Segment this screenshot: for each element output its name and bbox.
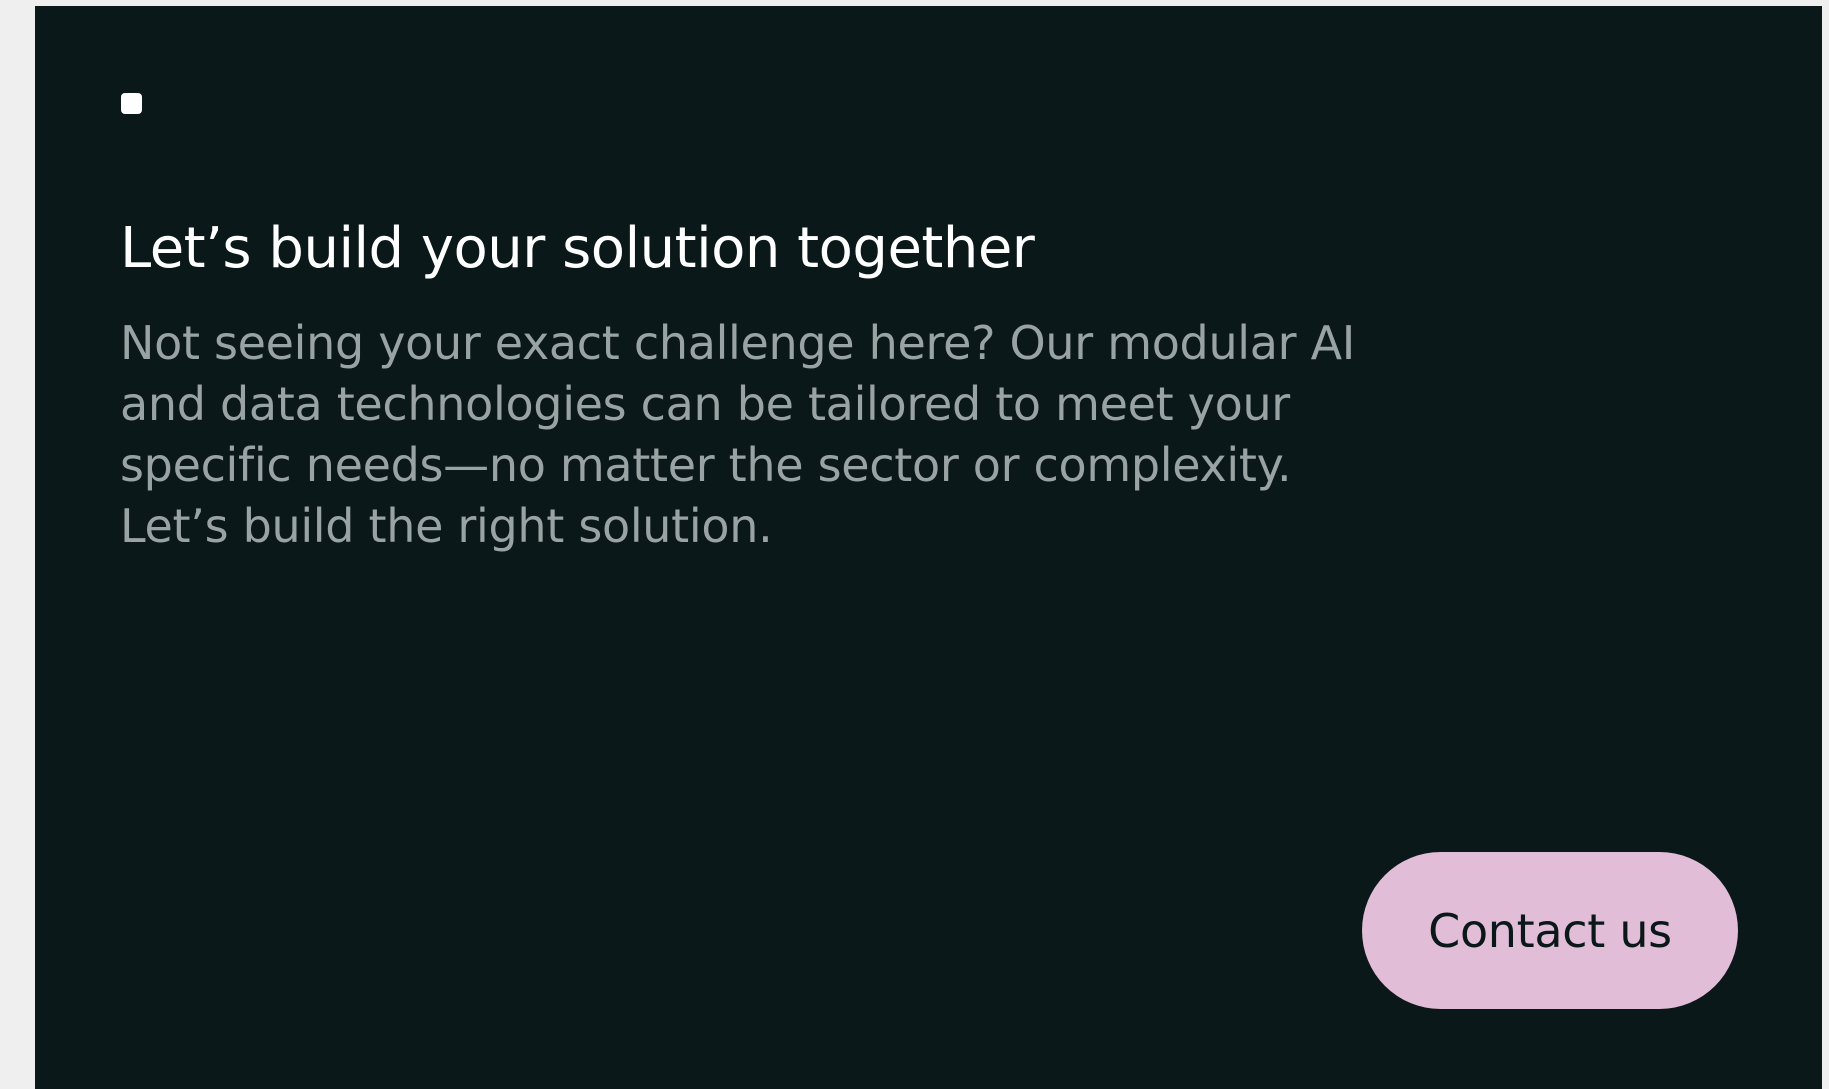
cta-card: Let’s build your solution together Not s… — [35, 6, 1822, 1089]
section-description: Not seeing your exact challenge here? Ou… — [120, 316, 1356, 553]
square-bullet-icon — [121, 93, 142, 114]
section-heading: Let’s build your solution together — [120, 216, 1035, 281]
contact-us-button[interactable]: Contact us — [1362, 852, 1738, 1009]
